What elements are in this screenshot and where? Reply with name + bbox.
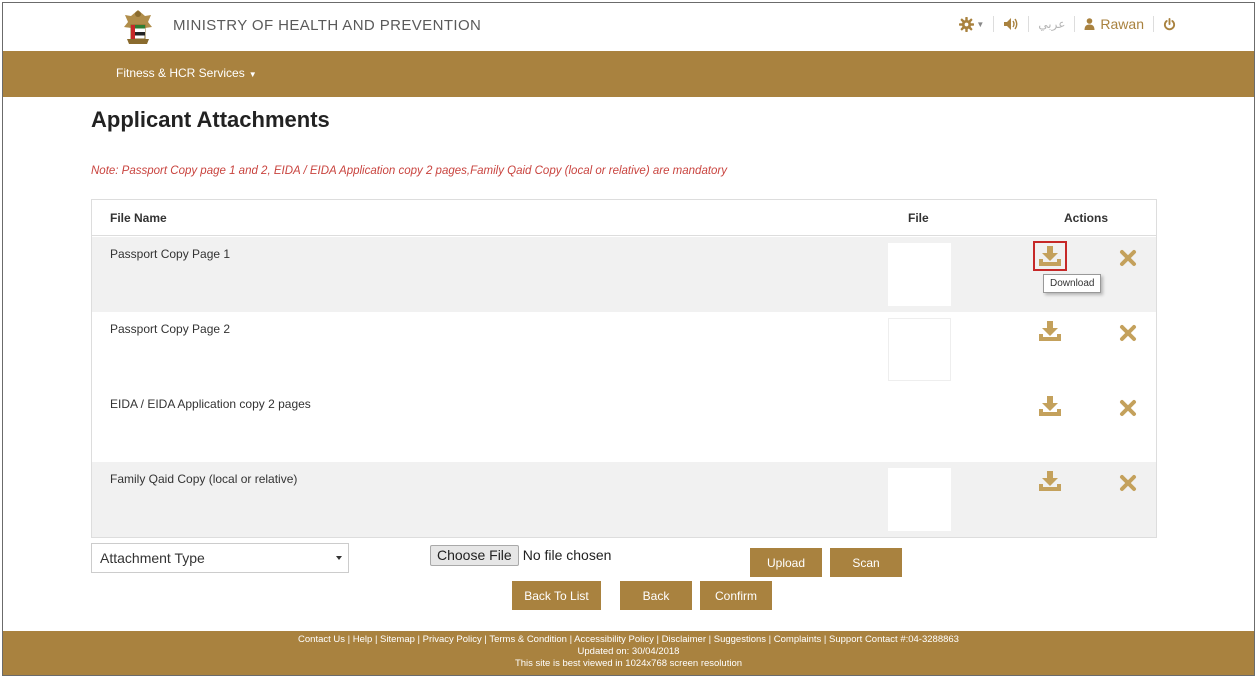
delete-icon[interactable]: [1117, 397, 1139, 419]
back-button[interactable]: Back: [620, 581, 692, 610]
file-thumbnail[interactable]: [888, 243, 951, 306]
divider: [1153, 16, 1154, 32]
main-nav: Fitness & HCR Services ▼: [3, 51, 1254, 97]
chevron-down-icon: ▼: [976, 19, 985, 29]
attachments-table: File Name File Actions Passport Copy Pag…: [91, 199, 1157, 538]
download-button[interactable]: [1033, 241, 1067, 271]
language-toggle[interactable]: عربي: [1038, 17, 1065, 31]
file-name-cell: EIDA / EIDA Application copy 2 pages: [110, 397, 311, 411]
file-thumbnail[interactable]: [888, 318, 951, 381]
divider: [1028, 16, 1030, 32]
scan-button[interactable]: Scan: [830, 548, 902, 577]
choose-file-button[interactable]: Choose File: [430, 544, 519, 566]
gear-icon: [959, 16, 975, 32]
table-header: File Name File Actions: [92, 200, 1156, 236]
ministry-name: MINISTRY OF HEALTH AND PREVENTION: [173, 17, 482, 34]
utility-bar: ▼ عربي Rawan: [959, 16, 1176, 32]
confirm-button[interactable]: Confirm: [700, 581, 772, 610]
column-header-file-name: File Name: [110, 211, 167, 225]
divider: [1074, 16, 1076, 32]
chevron-down-icon: ▼: [248, 70, 257, 79]
download-button[interactable]: [1033, 391, 1067, 421]
attachment-type-select[interactable]: Attachment Type: [91, 543, 349, 573]
delete-icon[interactable]: [1117, 247, 1139, 269]
footer-links[interactable]: Contact Us | Help | Sitemap | Privacy Po…: [3, 634, 1254, 646]
upload-button[interactable]: Upload: [750, 548, 822, 577]
user-icon: [1084, 18, 1095, 30]
file-name-cell: Passport Copy Page 1: [110, 247, 231, 261]
footer: Contact Us | Help | Sitemap | Privacy Po…: [3, 631, 1254, 675]
table-row: Passport Copy Page 2: [92, 312, 1156, 387]
delete-icon[interactable]: [1117, 322, 1139, 344]
file-status: No file chosen: [522, 547, 612, 563]
download-button[interactable]: [1033, 316, 1067, 346]
user-menu[interactable]: Rawan: [1084, 16, 1144, 32]
back-to-list-button[interactable]: Back To List: [512, 581, 601, 610]
table-row: EIDA / EIDA Application copy 2 pages: [92, 387, 1156, 462]
uae-emblem-icon[interactable]: [121, 8, 155, 46]
app-window: MINISTRY OF HEALTH AND PREVENTION ▼ عربي…: [2, 2, 1255, 676]
file-name-cell: Family Qaid Copy (local or relative): [110, 472, 298, 486]
nav-label: Fitness & HCR Services: [116, 66, 245, 80]
file-input: Choose File No file chosen: [430, 543, 611, 567]
top-header: MINISTRY OF HEALTH AND PREVENTION ▼ عربي…: [3, 3, 1254, 51]
column-header-file: File: [908, 211, 929, 225]
download-tooltip: Download: [1043, 274, 1102, 293]
footer-updated: Updated on: 30/04/2018: [577, 646, 680, 657]
power-icon[interactable]: [1163, 17, 1176, 31]
download-button[interactable]: [1033, 466, 1067, 496]
settings-menu[interactable]: ▼: [959, 16, 985, 32]
mandatory-note: Note: Passport Copy page 1 and 2, EIDA /…: [91, 165, 728, 177]
delete-icon[interactable]: [1117, 472, 1139, 494]
file-thumbnail[interactable]: [888, 468, 951, 531]
file-name-cell: Passport Copy Page 2: [110, 322, 231, 336]
footer-resolution: This site is best viewed in 1024x768 scr…: [514, 658, 743, 669]
download-icon: [1039, 396, 1061, 416]
nav-fitness-hcr-services[interactable]: Fitness & HCR Services ▼: [116, 66, 257, 80]
username: Rawan: [1100, 16, 1144, 32]
table-row: Passport Copy Page 1 Download: [92, 237, 1156, 312]
column-header-actions: Actions: [1064, 211, 1109, 225]
attachment-type-value: Attachment Type: [100, 550, 205, 566]
table-row: Family Qaid Copy (local or relative): [92, 462, 1156, 537]
chevron-down-icon: [336, 556, 342, 560]
download-icon: [1039, 321, 1061, 341]
page-title: Applicant Attachments: [91, 107, 330, 132]
download-icon: [1039, 246, 1061, 266]
download-icon: [1039, 471, 1061, 491]
divider: [993, 16, 995, 32]
speaker-icon[interactable]: [1003, 17, 1019, 31]
